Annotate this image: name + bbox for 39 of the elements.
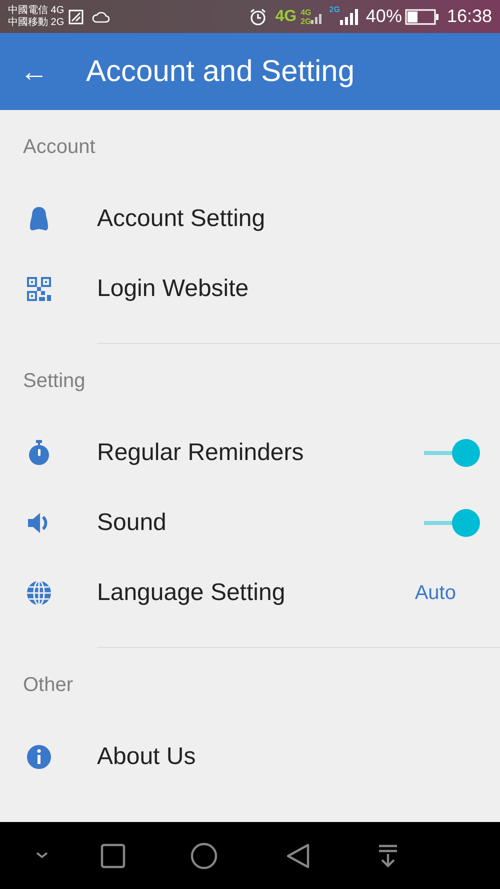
clock-time: 16:38 — [446, 5, 492, 28]
section-header: Setting — [22, 369, 86, 394]
settings-item[interactable]: Sound — [0, 488, 500, 558]
settings-item[interactable]: Login Website — [0, 254, 500, 324]
item-label: Login Website — [97, 274, 250, 304]
settings-item[interactable]: About Us — [0, 722, 500, 792]
back-icon[interactable] — [284, 842, 312, 870]
settings-item[interactable]: Language Setting Auto — [0, 558, 500, 628]
item-label: Language Setting — [97, 578, 286, 608]
network-label: 4G — [275, 6, 297, 26]
network-label: 4G — [300, 8, 312, 16]
network-label: 2G — [329, 4, 340, 16]
item-label: Account Setting — [97, 204, 266, 234]
toggle-switch[interactable] — [424, 438, 480, 468]
settings-item[interactable]: Account Setting — [0, 184, 500, 254]
cloud-icon — [92, 10, 110, 22]
section-header: Account — [22, 135, 96, 160]
value-label: Auto — [414, 581, 456, 606]
page-title: Account and Setting — [86, 54, 355, 90]
section-header: Other — [22, 673, 74, 698]
network-label: 2G — [300, 16, 312, 26]
item-label: Regular Reminders — [97, 438, 305, 468]
carrier-label: 中國移動 2G — [8, 16, 64, 28]
settings-item[interactable]: Regular Reminders — [0, 418, 500, 488]
alarm-icon — [249, 8, 268, 26]
carrier-label: 中國電信 4G — [8, 4, 64, 16]
battery-icon — [404, 8, 439, 24]
globe-icon — [25, 579, 53, 607]
home-icon[interactable] — [189, 840, 219, 870]
info-icon — [25, 743, 53, 771]
item-label: Sound — [97, 508, 168, 538]
toggle-switch[interactable] — [424, 508, 480, 538]
recent-apps-icon[interactable] — [99, 842, 127, 870]
item-label: About Us — [97, 742, 197, 772]
image-icon — [68, 8, 84, 24]
battery-label: 40% — [366, 5, 402, 28]
signal-icon — [340, 8, 358, 26]
back-button[interactable]: ← — [0, 58, 70, 86]
qr-code-icon — [25, 275, 53, 303]
